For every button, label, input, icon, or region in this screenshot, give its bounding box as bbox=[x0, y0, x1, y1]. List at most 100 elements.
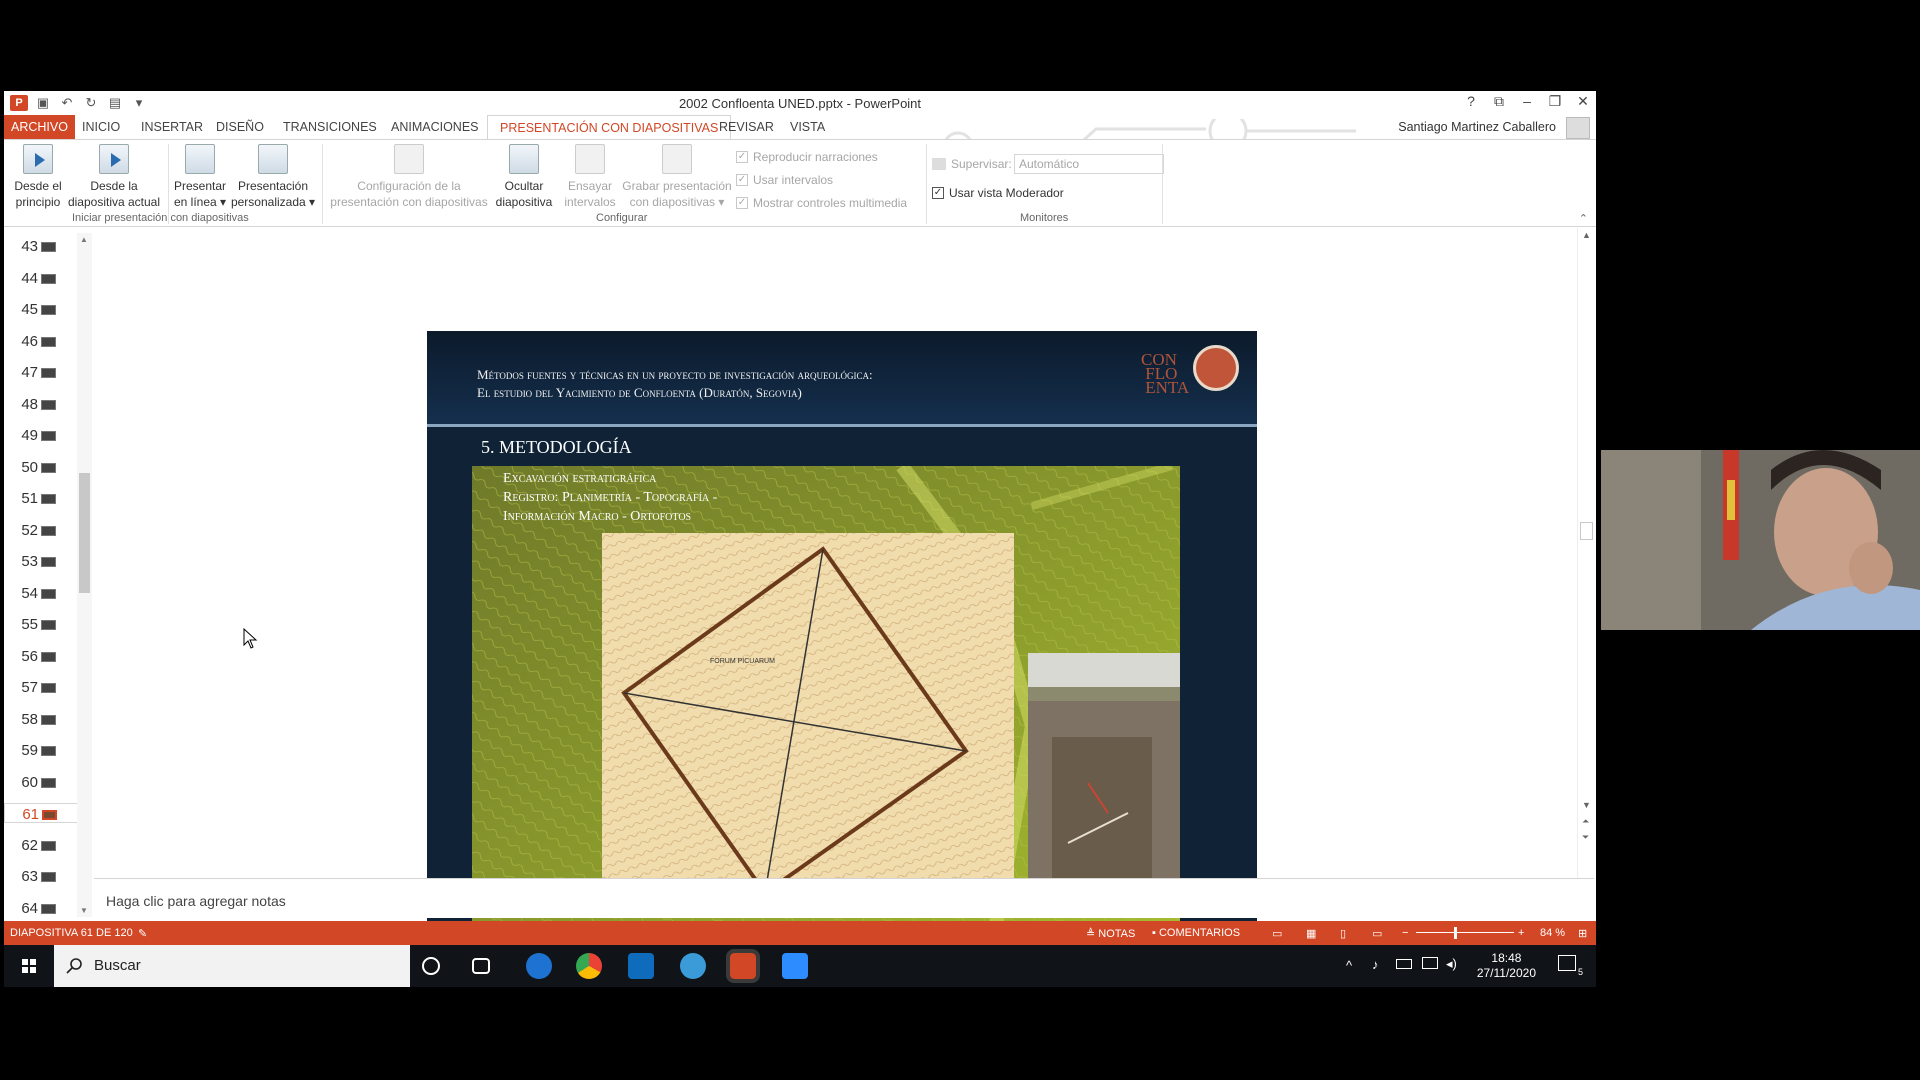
scroll-up-icon[interactable]: ▲ bbox=[1582, 230, 1591, 240]
outlook-icon[interactable] bbox=[628, 953, 654, 979]
scroll-thumb[interactable] bbox=[79, 473, 90, 593]
powerpoint-taskbar-icon[interactable] bbox=[726, 949, 760, 983]
slide-thumb-51[interactable]: 51 bbox=[4, 488, 84, 508]
tab-presentacion[interactable]: PRESENTACIÓN CON DIAPOSITIVAS bbox=[487, 115, 732, 140]
slide-thumb-58[interactable]: 58 bbox=[4, 709, 84, 729]
from-beginning-button[interactable]: Desde el principio bbox=[8, 144, 68, 210]
slide-thumb-54[interactable]: 54 bbox=[4, 583, 84, 603]
tab-animaciones[interactable]: ANIMACIONES bbox=[379, 115, 491, 139]
zoom-slider-thumb[interactable] bbox=[1454, 927, 1457, 939]
zoom-in-icon[interactable]: + bbox=[1518, 927, 1524, 939]
scroll-down-icon[interactable]: ▼ bbox=[80, 906, 88, 915]
network-icon[interactable] bbox=[1422, 957, 1438, 969]
hide-slide-button[interactable]: Ocultar diapositiva bbox=[490, 144, 558, 210]
presenter-view-checkbox[interactable]: ✓ Usar vista Moderador bbox=[932, 186, 1064, 200]
slide-thumb-50[interactable]: 50 bbox=[4, 457, 84, 477]
present-online-button[interactable]: Presentar en línea ▾ bbox=[170, 144, 230, 210]
notes-button[interactable]: ≜ NOTAS bbox=[1086, 927, 1135, 940]
slide-thumb-46[interactable]: 46 bbox=[4, 331, 84, 351]
close-icon[interactable]: ✕ bbox=[1576, 93, 1590, 110]
normal-view-icon[interactable]: ▭ bbox=[1272, 927, 1282, 940]
tab-vista[interactable]: VISTA bbox=[778, 115, 837, 139]
slide-thumb-47[interactable]: 47 bbox=[4, 362, 84, 382]
slide-thumb-61[interactable]: 61 bbox=[4, 803, 84, 823]
scroll-up-icon[interactable]: ▲ bbox=[80, 235, 88, 244]
slide-thumb-55[interactable]: 55 bbox=[4, 614, 84, 634]
slide-thumb-63[interactable]: 63 bbox=[4, 866, 84, 886]
record-slideshow-button[interactable]: Grabar presentación con diapositivas ▾ bbox=[618, 144, 736, 210]
setup-slideshow-button[interactable]: Configuración de la presentación con dia… bbox=[324, 144, 494, 210]
slide-number: 45 bbox=[21, 301, 38, 318]
minimize-icon[interactable]: – bbox=[1520, 93, 1534, 110]
task-view-icon[interactable] bbox=[472, 958, 490, 974]
slideshow-view-icon[interactable]: ▭ bbox=[1372, 927, 1382, 940]
zoom-level[interactable]: 84 % bbox=[1540, 927, 1565, 939]
chrome-icon[interactable] bbox=[576, 953, 602, 979]
notes-placeholder[interactable]: Haga clic para agregar notas bbox=[106, 893, 286, 909]
zoom-slider[interactable] bbox=[1416, 932, 1514, 933]
volume-icon[interactable]: ◂) bbox=[1446, 956, 1457, 972]
custom-show-button[interactable]: Presentación personalizada ▾ bbox=[226, 144, 320, 210]
tab-insertar[interactable]: INSERTAR bbox=[129, 115, 215, 139]
zoom-out-icon[interactable]: − bbox=[1402, 927, 1408, 939]
slide-mini bbox=[41, 525, 56, 536]
slide-thumb-45[interactable]: 45 bbox=[4, 299, 84, 319]
internet-explorer-icon[interactable] bbox=[680, 953, 706, 979]
tab-diseno[interactable]: DISEÑO bbox=[204, 115, 276, 139]
slide-thumb-49[interactable]: 49 bbox=[4, 425, 84, 445]
tab-transiciones[interactable]: TRANSICIONES bbox=[271, 115, 389, 139]
help-icon[interactable]: ? bbox=[1464, 93, 1478, 110]
use-timings-checkbox[interactable]: ✓ Usar intervalos bbox=[736, 173, 833, 187]
current-slide[interactable]: Métodos fuentes y técnicas en un proyect… bbox=[427, 331, 1257, 945]
tab-archivo[interactable]: ARCHIVO bbox=[4, 115, 75, 139]
scroll-thumb[interactable] bbox=[1580, 522, 1593, 540]
slide-thumb-60[interactable]: 60 bbox=[4, 772, 84, 792]
microphone-icon[interactable]: ♪ bbox=[1372, 957, 1379, 972]
battery-icon[interactable] bbox=[1396, 959, 1412, 969]
monitor-select[interactable]: Automático bbox=[1014, 154, 1164, 174]
collapse-ribbon-icon[interactable]: ⌃ bbox=[1579, 212, 1588, 225]
fit-to-window-icon[interactable]: ⊞ bbox=[1578, 927, 1587, 940]
editor-scrollbar[interactable]: ▲ ▼ ⏶ ⏷ bbox=[1577, 228, 1594, 878]
tab-revisar[interactable]: REVISAR bbox=[707, 115, 786, 139]
windows-start-icon[interactable] bbox=[4, 945, 54, 987]
notifications-icon[interactable] bbox=[1558, 955, 1576, 971]
from-current-slide-button[interactable]: Desde la diapositiva actual bbox=[62, 144, 166, 210]
user-avatar[interactable] bbox=[1566, 117, 1590, 139]
restore-icon[interactable]: ❐ bbox=[1548, 93, 1562, 110]
play-narrations-checkbox[interactable]: ✓ Reproducir narraciones bbox=[736, 150, 878, 164]
slide-thumb-64[interactable]: 64 bbox=[4, 898, 84, 918]
ribbon-display-icon[interactable]: ⧉ bbox=[1492, 93, 1506, 110]
slide-thumb-57[interactable]: 57 bbox=[4, 677, 84, 697]
slide-thumb-53[interactable]: 53 bbox=[4, 551, 84, 571]
slide-thumb-44[interactable]: 44 bbox=[4, 268, 84, 288]
slide-thumb-56[interactable]: 56 bbox=[4, 646, 84, 666]
reading-view-icon[interactable]: ▯ bbox=[1340, 927, 1346, 940]
comments-button[interactable]: ▪ COMENTARIOS bbox=[1152, 927, 1240, 939]
clock[interactable]: 18:48 27/11/2020 bbox=[1477, 951, 1536, 981]
rehearse-timings-button[interactable]: Ensayar intervalos bbox=[560, 144, 620, 210]
slide-thumb-59[interactable]: 59 bbox=[4, 740, 84, 760]
slide-sorter-icon[interactable]: ▦ bbox=[1306, 927, 1316, 940]
taskbar-search-box[interactable]: Buscar bbox=[54, 945, 410, 987]
zoom-icon[interactable] bbox=[782, 953, 808, 979]
checkbox-box: ✓ bbox=[932, 187, 944, 199]
slide-thumb-48[interactable]: 48 bbox=[4, 394, 84, 414]
slide-thumb-52[interactable]: 52 bbox=[4, 520, 84, 540]
next-slide-icon[interactable]: ⏷ bbox=[1582, 832, 1589, 843]
cortana-icon[interactable] bbox=[422, 957, 440, 975]
user-name[interactable]: Santiago Martinez Caballero bbox=[1398, 120, 1556, 134]
previous-slide-icon[interactable]: ⏶ bbox=[1582, 816, 1589, 827]
slide-mini bbox=[41, 683, 56, 693]
topographic-plan-image: FORUM PICUARUM bbox=[602, 533, 1014, 913]
slide-thumb-62[interactable]: 62 bbox=[4, 835, 84, 855]
scroll-down-icon[interactable]: ▼ bbox=[1582, 800, 1591, 810]
slide-thumb-43[interactable]: 43 bbox=[4, 236, 84, 256]
notes-pane[interactable]: Haga clic para agregar notas bbox=[94, 878, 1594, 918]
tab-inicio[interactable]: INICIO bbox=[70, 115, 132, 139]
thumbnail-scrollbar[interactable]: ▲ ▼ bbox=[77, 233, 92, 917]
tray-chevron-icon[interactable]: ^ bbox=[1346, 958, 1352, 973]
spell-check-icon[interactable]: ✎ bbox=[138, 927, 147, 940]
edge-icon[interactable] bbox=[526, 953, 552, 979]
show-media-controls-checkbox[interactable]: ✓ Mostrar controles multimedia bbox=[736, 196, 907, 210]
